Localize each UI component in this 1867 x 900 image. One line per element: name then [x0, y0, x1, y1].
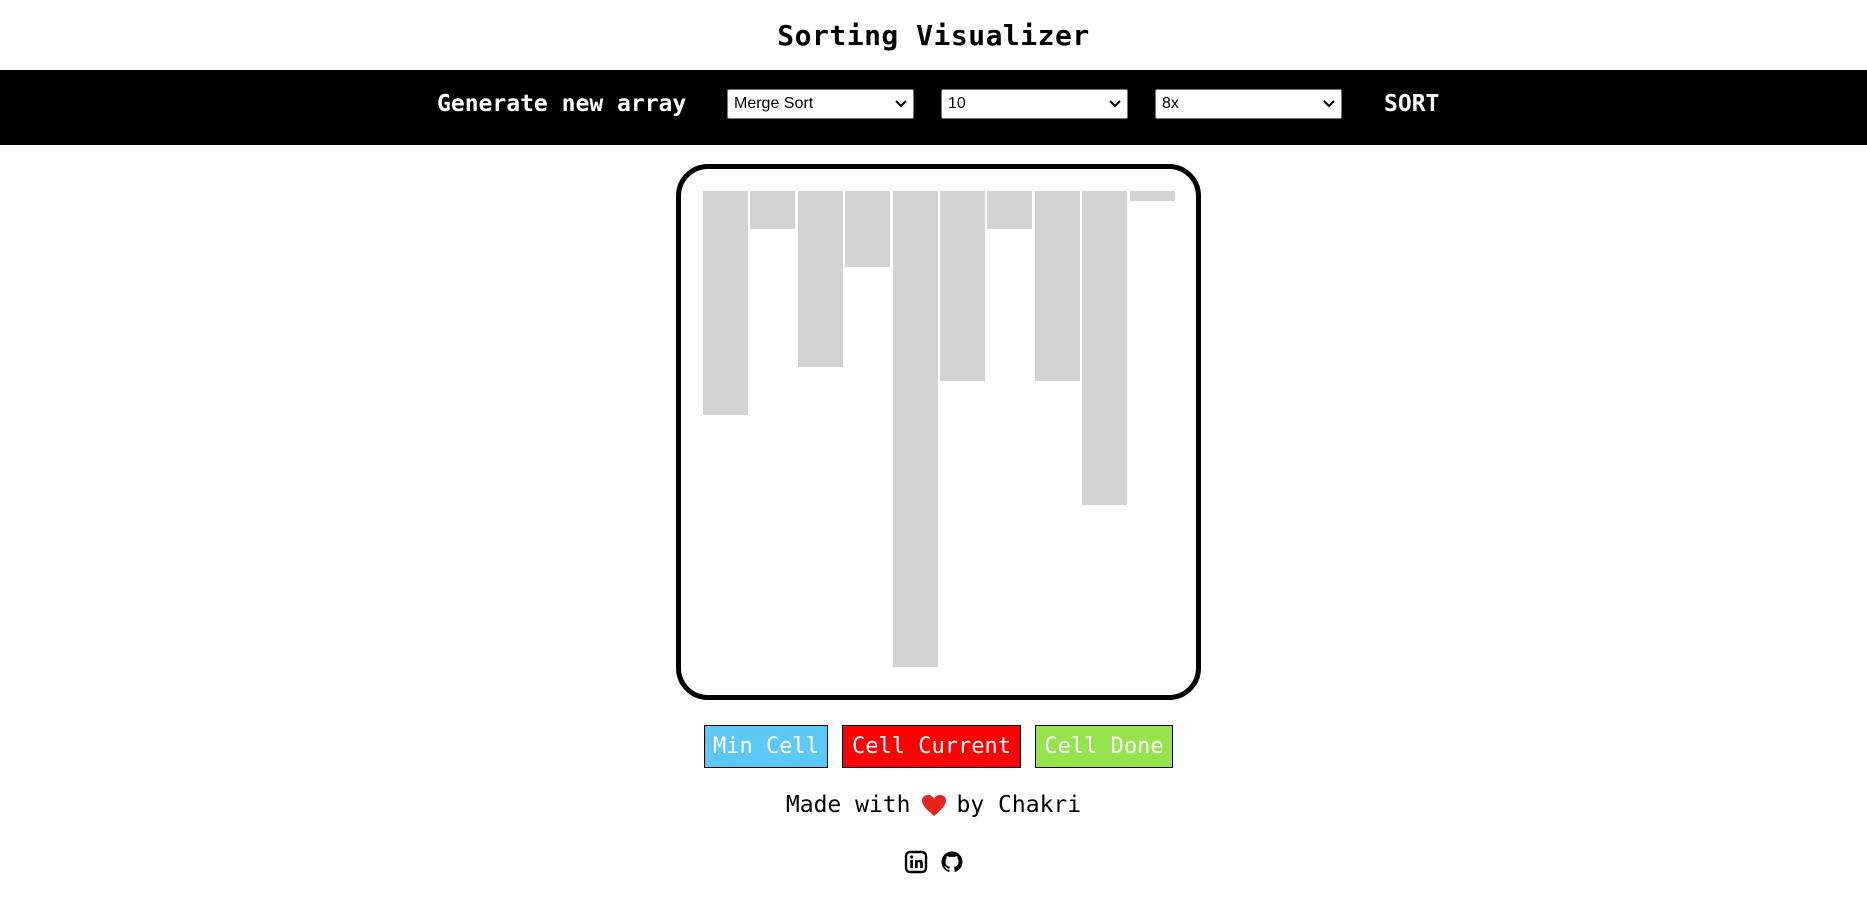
array-bars [703, 191, 1176, 671]
array-bar [750, 191, 795, 229]
github-icon[interactable] [940, 850, 964, 874]
legend-cell-current: Cell Current [842, 725, 1021, 768]
array-bar [1130, 191, 1175, 201]
toolbar: Generate new array Merge Sort 10 8x SORT [0, 70, 1867, 145]
array-bar [1035, 191, 1080, 381]
array-bar [987, 191, 1032, 229]
array-bar [893, 191, 938, 667]
page-title: Sorting Visualizer [777, 18, 1090, 52]
chevron-down-icon [895, 98, 907, 110]
sort-button[interactable]: SORT [1384, 70, 1439, 138]
algorithm-select[interactable]: Merge Sort [727, 89, 914, 119]
algorithm-select-value: Merge Sort [734, 95, 814, 112]
array-bar [940, 191, 985, 381]
chevron-down-icon [1109, 98, 1121, 110]
chevron-down-icon [1323, 98, 1335, 110]
credit-made-with: Made with [785, 792, 911, 818]
credit-line: Made with by Chakri [0, 785, 1867, 825]
social-links [0, 850, 1867, 876]
credit-by: by Chakri [956, 792, 1082, 818]
array-bar [845, 191, 890, 267]
generate-array-button[interactable]: Generate new array [437, 70, 686, 138]
array-bar [703, 191, 748, 415]
legend-min-cell: Min Cell [704, 725, 828, 768]
speed-select[interactable]: 8x [1155, 89, 1342, 119]
array-size-select[interactable]: 10 [941, 89, 1128, 119]
array-size-select-value: 10 [948, 95, 966, 112]
heart-icon [921, 794, 947, 817]
legend-cell-done: Cell Done [1035, 725, 1173, 768]
array-bar [1082, 191, 1127, 505]
linkedin-icon[interactable] [904, 850, 928, 874]
speed-select-value: 8x [1162, 95, 1179, 112]
array-bar [798, 191, 843, 367]
